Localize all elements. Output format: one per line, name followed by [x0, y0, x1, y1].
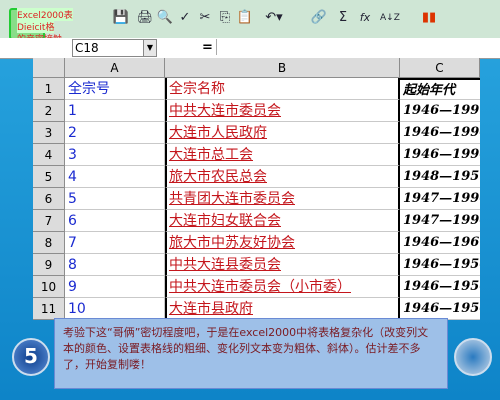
cell-b[interactable]: 中共大连市委员会 — [165, 100, 400, 122]
cell-b[interactable]: 共青团大连市委员会 — [165, 188, 400, 210]
cell-b[interactable]: 全宗名称 — [165, 78, 400, 100]
cell-b[interactable]: 大连市妇女联合会 — [165, 210, 400, 232]
cell-b[interactable]: 旅大市农民总会 — [165, 166, 400, 188]
cell-c[interactable]: 起始年代 — [400, 78, 480, 100]
cell-c[interactable]: 1947—1990 — [400, 188, 480, 210]
next-page-button[interactable] — [454, 338, 492, 376]
cell-a[interactable]: 7 — [65, 232, 165, 254]
cell-b[interactable]: 旅大市中苏友好协会 — [165, 232, 400, 254]
spellcheck-icon[interactable]: ✓ — [176, 9, 194, 27]
cell-c[interactable]: 1946—1990 — [400, 144, 480, 166]
previous-page-button[interactable]: 5 — [12, 338, 50, 376]
cell-a[interactable]: 2 — [65, 122, 165, 144]
paste-icon[interactable]: 📋 — [236, 9, 254, 27]
caption-text: 考验下这“哥俩”密切程度吧，于是在excel2000中将表格复杂化（改变列文本的… — [54, 318, 448, 389]
cell-a[interactable]: 8 — [65, 254, 165, 276]
cell-a[interactable]: 10 — [65, 298, 165, 320]
cell-c[interactable]: 1946—1990 — [400, 122, 480, 144]
cell-c[interactable]: 1946—1950 — [400, 276, 480, 298]
row-header[interactable]: 5 — [33, 166, 65, 188]
cell-a[interactable]: 5 — [65, 188, 165, 210]
cell-b[interactable]: 中共大连市委员会（小市委） — [165, 276, 400, 298]
cell-b[interactable]: 大连市总工会 — [165, 144, 400, 166]
column-header-a[interactable]: A — [65, 58, 165, 78]
row-header[interactable]: 4 — [33, 144, 65, 166]
cell-c[interactable]: 1946—1961 — [400, 232, 480, 254]
undo-icon[interactable]: ↶▾ — [260, 9, 288, 27]
toolbar: Excel2000表 Dieicit格 的亲密接触 💾 🖨 🔍 ✓ ✂ ⎘ 📋 … — [0, 0, 500, 45]
cell-a[interactable]: 1 — [65, 100, 165, 122]
cell-c[interactable]: 1946—1950 — [400, 254, 480, 276]
print-icon[interactable]: 🖨 — [136, 9, 154, 27]
formula-input[interactable] — [216, 39, 500, 55]
row-header[interactable]: 8 — [33, 232, 65, 254]
name-box-dropdown-icon[interactable]: ▼ — [143, 39, 157, 57]
hyperlink-icon[interactable]: 🔗 — [310, 9, 328, 27]
cell-a[interactable]: 3 — [65, 144, 165, 166]
cell-c[interactable]: 1947—1990 — [400, 210, 480, 232]
cell-a[interactable]: 6 — [65, 210, 165, 232]
row-header[interactable]: 6 — [33, 188, 65, 210]
row-header[interactable]: 11 — [33, 298, 65, 320]
select-all-corner[interactable] — [33, 58, 65, 78]
cell-a[interactable]: 全宗号 — [65, 78, 165, 100]
cell-b[interactable]: 大连市县政府 — [165, 298, 400, 320]
cell-c[interactable]: 1946—1997 — [400, 100, 480, 122]
column-header-c[interactable]: C — [400, 58, 480, 78]
name-box[interactable]: C18 — [72, 39, 146, 57]
column-header-b[interactable]: B — [165, 58, 400, 78]
cell-a[interactable]: 4 — [65, 166, 165, 188]
equals-sign: = — [202, 40, 213, 55]
sort-ascending-icon[interactable]: A↓Z — [380, 9, 400, 27]
spreadsheet-grid[interactable]: A B C 1 全宗号 全宗名称 起始年代 2 1 中共大连市委员会 1946—1997 3 2 大… — [33, 58, 480, 320]
copy-icon[interactable]: ⎘ — [216, 9, 234, 27]
row-header[interactable]: 9 — [33, 254, 65, 276]
cell-b[interactable]: 大连市人民政府 — [165, 122, 400, 144]
function-icon[interactable]: fx — [356, 9, 374, 27]
cell-a[interactable]: 9 — [65, 276, 165, 298]
logo: Excel2000表 Dieicit格 的亲密接触 — [3, 2, 93, 45]
row-header[interactable]: 2 — [33, 100, 65, 122]
cell-c[interactable]: 1946—1950 — [400, 298, 480, 320]
chart-wizard-icon[interactable]: ▮▮ — [420, 9, 438, 27]
save-icon[interactable]: 💾 — [112, 9, 130, 27]
row-header[interactable]: 1 — [33, 78, 65, 100]
cut-icon[interactable]: ✂ — [196, 9, 214, 27]
row-header[interactable]: 10 — [33, 276, 65, 298]
row-header[interactable]: 7 — [33, 210, 65, 232]
row-header[interactable]: 3 — [33, 122, 65, 144]
cell-b[interactable]: 中共大连县委员会 — [165, 254, 400, 276]
print-preview-icon[interactable]: 🔍 — [156, 9, 174, 27]
autosum-icon[interactable]: Σ — [334, 9, 352, 27]
cell-c[interactable]: 1948—1951 — [400, 166, 480, 188]
